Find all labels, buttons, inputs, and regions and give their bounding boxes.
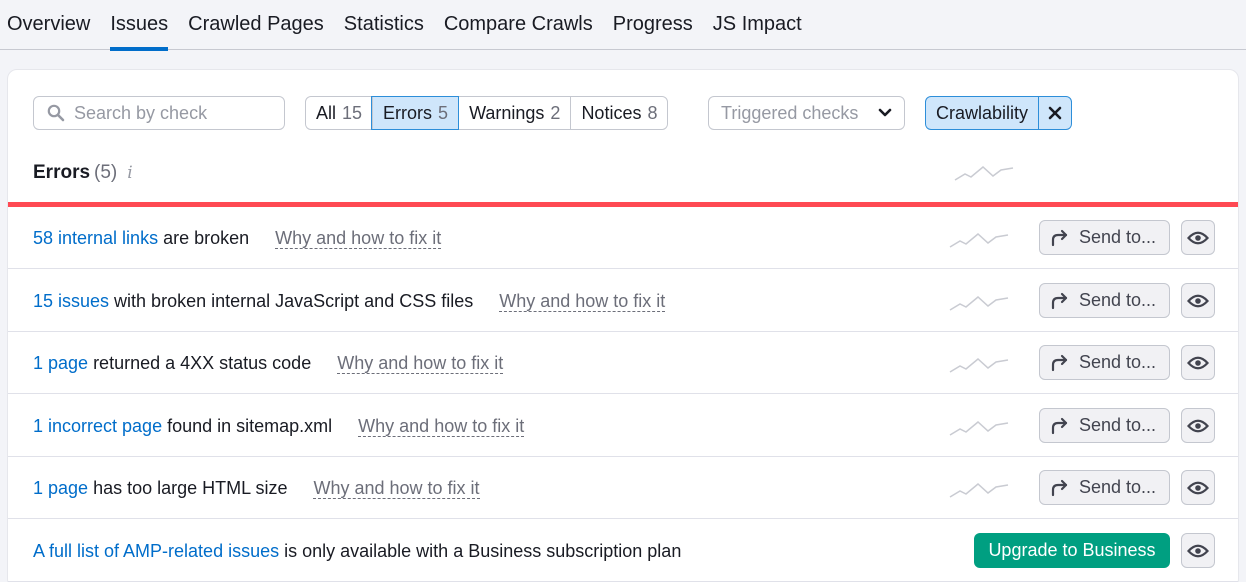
issue-description: with broken internal JavaScript and CSS …	[109, 291, 474, 311]
send-to-label: Send to...	[1079, 227, 1157, 247]
why-fix-link[interactable]: Why and how to fix it	[499, 291, 666, 312]
issue-row: 58 internal links are broken Why and how …	[8, 207, 1238, 269]
share-arrow-icon	[1051, 417, 1068, 434]
section-title: Errors (5) i	[33, 162, 133, 184]
tab-js-impact[interactable]: JS Impact	[713, 0, 802, 50]
send-to-button[interactable]: Send to...	[1039, 345, 1170, 380]
remove-chip-button[interactable]	[1038, 97, 1071, 129]
search-input[interactable]	[74, 102, 264, 124]
issue-row: 1 page returned a 4XX status code Why and…	[8, 332, 1238, 394]
filter-count: 2	[550, 103, 561, 123]
send-to-button[interactable]: Send to...	[1039, 220, 1170, 255]
trend-sparkline	[949, 233, 1009, 248]
tab-issues[interactable]: Issues	[110, 0, 168, 51]
filter-label: Warnings	[469, 103, 545, 123]
dropdown-label: Triggered checks	[721, 102, 859, 123]
send-to-button[interactable]: Send to...	[1039, 408, 1170, 443]
tab-progress[interactable]: Progress	[613, 0, 693, 50]
hide-issue-button[interactable]	[1181, 220, 1215, 255]
share-arrow-icon	[1051, 354, 1068, 371]
issue-description: are broken	[158, 228, 250, 248]
issue-row: 1 incorrect page found in sitemap.xml Why…	[8, 395, 1238, 457]
chevron-down-icon	[878, 108, 892, 117]
trend-sparkline	[949, 296, 1009, 311]
close-icon	[1048, 106, 1062, 120]
search-box[interactable]	[33, 96, 285, 130]
issue-link[interactable]: 15 issues	[33, 291, 109, 311]
issue-link[interactable]: 1 incorrect page	[33, 416, 162, 436]
filter-notices[interactable]: Notices 8	[570, 97, 668, 129]
amp-issues-link[interactable]: A full list of AMP-related issues	[33, 541, 279, 561]
filter-label: Notices	[581, 103, 642, 123]
send-to-button[interactable]: Send to...	[1039, 470, 1170, 505]
hide-issue-button[interactable]	[1181, 408, 1215, 443]
severity-filter: All 15 Errors 5 Warnings 2 Notices 8	[305, 96, 669, 130]
trend-sparkline	[949, 483, 1009, 498]
share-arrow-icon	[1051, 292, 1068, 309]
upgrade-to-business-button[interactable]: Upgrade to Business	[974, 533, 1170, 568]
filter-count: 15	[342, 103, 363, 123]
issue-link[interactable]: 1 page	[33, 478, 88, 498]
filter-errors[interactable]: Errors 5	[371, 96, 460, 130]
share-arrow-icon	[1051, 229, 1068, 246]
eye-icon	[1187, 231, 1209, 244]
filter-warnings[interactable]: Warnings 2	[458, 97, 571, 129]
filter-label: All	[316, 103, 337, 123]
eye-icon	[1187, 356, 1209, 369]
tab-crawled-pages[interactable]: Crawled Pages	[188, 0, 324, 50]
hide-issue-button[interactable]	[1181, 283, 1215, 318]
share-arrow-icon	[1051, 479, 1068, 496]
eye-icon	[1187, 419, 1209, 432]
trend-sparkline	[954, 166, 1014, 181]
send-to-label: Send to...	[1079, 477, 1157, 497]
filter-count: 8	[647, 103, 658, 123]
report-tabs: Overview Issues Crawled Pages Statistics…	[0, 0, 1246, 51]
upsell-description: is only available with a Business subscr…	[279, 541, 682, 561]
trend-sparkline	[949, 421, 1009, 436]
tab-compare-crawls[interactable]: Compare Crawls	[444, 0, 593, 50]
filter-label: Errors	[383, 103, 433, 123]
triggered-checks-dropdown[interactable]: Triggered checks	[708, 96, 905, 130]
why-fix-link[interactable]: Why and how to fix it	[358, 416, 525, 437]
hide-issue-button[interactable]	[1181, 533, 1215, 568]
why-fix-link[interactable]: Why and how to fix it	[313, 478, 480, 499]
tab-overview[interactable]: Overview	[7, 0, 90, 50]
issue-link[interactable]: 58 internal links	[33, 228, 158, 248]
upsell-row: A full list of AMP-related issues is onl…	[8, 520, 1238, 582]
issue-row: 15 issues with broken internal JavaScrip…	[8, 270, 1238, 332]
why-fix-link[interactable]: Why and how to fix it	[337, 353, 504, 374]
issue-description: found in sitemap.xml	[162, 416, 333, 436]
issue-description: has too large HTML size	[88, 478, 288, 498]
issue-row: 1 page has too large HTML size Why and ho…	[8, 457, 1238, 519]
send-to-label: Send to...	[1079, 290, 1157, 310]
issues-card: All15 Errors5 Warnings2 Notices8 Trigger…	[7, 69, 1239, 582]
issue-link[interactable]: 1 page	[33, 353, 88, 373]
section-count: (5)	[94, 162, 118, 183]
chip-label: Crawlability	[936, 103, 1029, 123]
search-icon	[47, 104, 65, 122]
send-to-button[interactable]: Send to...	[1039, 283, 1170, 318]
trend-sparkline	[949, 358, 1009, 373]
hide-issue-button[interactable]	[1181, 470, 1215, 505]
send-to-label: Send to...	[1079, 352, 1157, 372]
section-title-text: Errors	[33, 162, 91, 183]
info-icon[interactable]: i	[127, 163, 132, 183]
tab-statistics[interactable]: Statistics	[344, 0, 424, 50]
why-fix-link[interactable]: Why and how to fix it	[275, 228, 442, 249]
category-chip: Crawlability	[925, 96, 1073, 130]
eye-icon	[1187, 544, 1209, 557]
send-to-label: Send to...	[1079, 415, 1157, 435]
eye-icon	[1187, 481, 1209, 494]
issue-description: returned a 4XX status code	[88, 353, 312, 373]
eye-icon	[1187, 294, 1209, 307]
filter-all[interactable]: All 15	[306, 97, 373, 129]
filter-count: 5	[438, 103, 449, 123]
hide-issue-button[interactable]	[1181, 345, 1215, 380]
